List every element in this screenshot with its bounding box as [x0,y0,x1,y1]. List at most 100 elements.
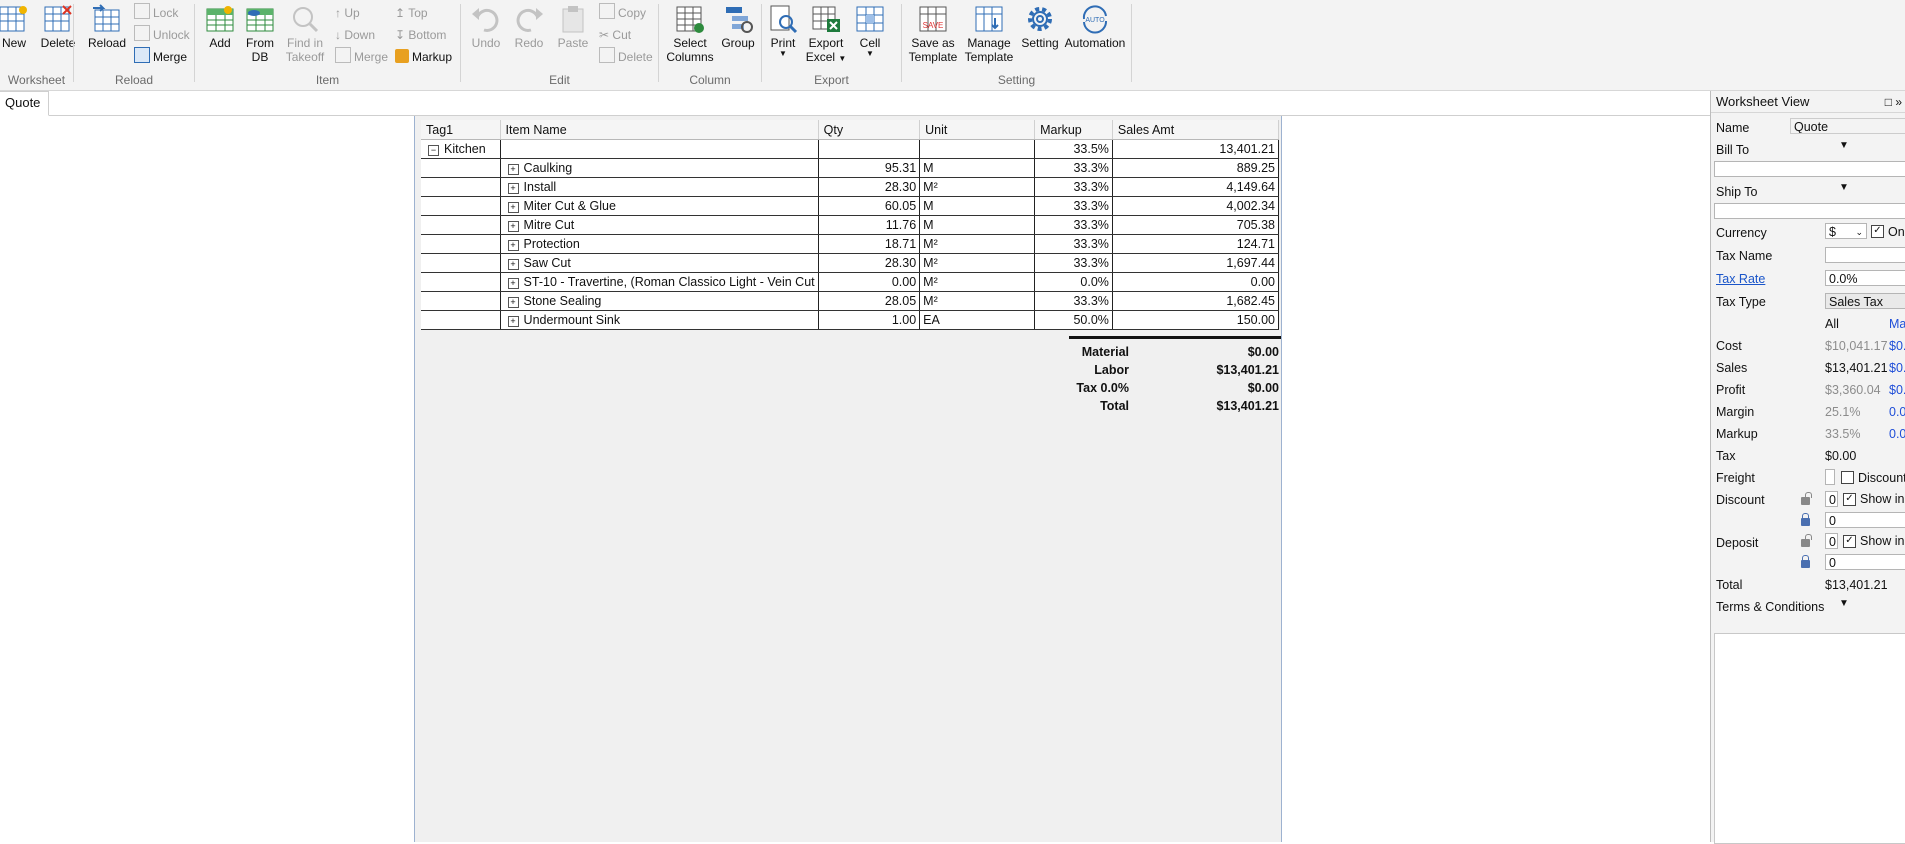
setting-button[interactable]: Setting [1018,4,1062,50]
currency-select[interactable]: $ ⌄ [1825,223,1867,239]
freight-field[interactable] [1825,469,1835,485]
item-name-cell[interactable]: + Protection [500,234,819,254]
unit-cell[interactable]: M² [919,253,1036,273]
markup-cell[interactable]: 33.3% [1034,291,1113,311]
locked-icon[interactable] [1801,555,1810,568]
expand-icon[interactable]: + [507,278,519,289]
sales-amt-cell[interactable]: 150.00 [1112,310,1280,330]
column-header-item-name[interactable]: Item Name [500,120,819,140]
sales-amt-cell[interactable]: 0.00 [1112,272,1280,292]
sales-amt-cell[interactable]: 4,002.34 [1112,196,1280,216]
table-row[interactable]: + Install 28.30 M² 33.3% 4,149.64 [421,177,1280,197]
sales-amt-cell[interactable]: 889.25 [1112,158,1280,178]
item-name-cell[interactable]: + Caulking [500,158,819,178]
tag-cell[interactable] [421,253,501,273]
group-name-cell[interactable] [500,139,819,159]
table-row[interactable]: + Protection 18.71 M² 33.3% 124.71 [421,234,1280,254]
qty-cell[interactable]: 18.71 [818,234,921,254]
tax-type-select[interactable]: Sales Tax [1825,293,1905,309]
move-up-button[interactable]: ↑ Up [335,3,360,23]
item-name-cell[interactable]: + Install [500,177,819,197]
deposit-amount-field[interactable]: 0 [1825,554,1905,570]
expand-icon[interactable]: + [507,202,519,213]
markup-cell[interactable]: 33.3% [1034,215,1113,235]
sales-amt-cell[interactable]: 4,149.64 [1112,177,1280,197]
unit-cell[interactable]: M² [919,234,1036,254]
qty-cell[interactable]: 60.05 [818,196,921,216]
table-row[interactable]: + Mitre Cut 11.76 M 33.3% 705.38 [421,215,1280,235]
bill-to-field[interactable] [1714,161,1905,177]
discount-show-checkbox[interactable]: ✓ [1843,493,1856,506]
unit-cell[interactable]: M² [919,272,1036,292]
column-header-markup[interactable]: Markup [1034,120,1113,140]
collapse-icon[interactable]: − [428,145,439,156]
table-row[interactable]: + ST-10 - Travertine, (Roman Classico Lig… [421,272,1280,292]
column-header-tag1[interactable]: Tag1 [421,120,501,140]
redo-button[interactable]: Redo [509,4,549,50]
tag-cell[interactable] [421,310,501,330]
unit-cell[interactable]: EA [919,310,1036,330]
markup-cell[interactable]: 33.3% [1034,234,1113,254]
move-bottom-button[interactable]: ↧ Bottom [395,25,446,45]
cut-button[interactable]: ✂ Cut [599,25,631,45]
tag-cell[interactable] [421,196,501,216]
tax-rate-field[interactable]: 0.0% [1825,270,1905,286]
unit-cell[interactable]: M [919,215,1036,235]
tag-cell[interactable] [421,215,501,235]
group-sales-cell[interactable]: 13,401.21 [1112,139,1280,159]
paste-button[interactable]: Paste [553,4,593,50]
group-unit-cell[interactable] [919,139,1036,159]
tag-cell[interactable] [421,272,501,292]
undo-button[interactable]: Undo [466,4,506,50]
tag-cell[interactable] [421,234,501,254]
move-down-button[interactable]: ↓ Down [335,25,375,45]
unit-cell[interactable]: M² [919,291,1036,311]
expand-icon[interactable]: + [507,259,519,270]
unit-cell[interactable]: M² [919,177,1036,197]
table-row[interactable]: + Undermount Sink 1.00 EA 50.0% 150.00 [421,310,1280,330]
name-field[interactable]: Quote [1790,118,1905,134]
ship-to-field[interactable] [1714,203,1905,219]
unlocked-icon[interactable] [1801,492,1812,505]
group-qty-cell[interactable] [818,139,921,159]
markup-button[interactable]: Markup [395,47,452,67]
qty-cell[interactable]: 95.31 [818,158,921,178]
table-row[interactable]: + Caulking 95.31 M 33.3% 889.25 [421,158,1280,178]
markup-cell[interactable]: 0.0% [1034,272,1113,292]
tag-cell[interactable] [421,158,501,178]
column-header-sales-amt[interactable]: Sales Amt [1112,120,1280,140]
expand-icon[interactable]: + [507,297,519,308]
delete-button[interactable]: Delete [38,4,78,50]
qty-cell[interactable]: 11.76 [818,215,921,235]
item-name-cell[interactable]: + Saw Cut [500,253,819,273]
table-row[interactable]: + Stone Sealing 28.05 M² 33.3% 1,682.45 [421,291,1280,311]
select-columns-button[interactable]: Select Columns [663,4,717,64]
markup-cell[interactable]: 33.3% [1034,177,1113,197]
manage-template-button[interactable]: Manage Template [962,4,1016,64]
tax-name-field[interactable] [1825,247,1905,263]
maximize-icon[interactable]: □ [1885,95,1892,109]
locked-icon[interactable] [1801,513,1810,526]
tag-cell[interactable] [421,177,501,197]
expand-icon[interactable]: + [507,164,519,175]
qty-cell[interactable]: 28.30 [818,177,921,197]
from-db-button[interactable]: From DB [243,4,277,64]
markup-cell[interactable]: 33.3% [1034,196,1113,216]
table-row[interactable]: + Miter Cut & Glue 60.05 M 33.3% 4,002.34 [421,196,1280,216]
print-button[interactable]: Print ▼ [766,4,800,58]
sales-amt-cell[interactable]: 1,682.45 [1112,291,1280,311]
edit-delete-button[interactable]: Delete [599,47,653,67]
markup-cell[interactable]: 50.0% [1034,310,1113,330]
copy-button[interactable]: Copy [599,3,646,23]
sales-amt-cell[interactable]: 124.71 [1112,234,1280,254]
expand-icon[interactable]: + [507,221,519,232]
item-merge-button[interactable]: Merge [335,47,388,67]
find-in-takeoff-button[interactable]: Find in Takeoff [283,4,327,64]
expand-icon[interactable]: + [507,316,519,327]
expand-icon[interactable]: + [507,183,519,194]
qty-cell[interactable]: 28.30 [818,253,921,273]
qty-cell[interactable]: 1.00 [818,310,921,330]
table-row[interactable]: + Saw Cut 28.30 M² 33.3% 1,697.44 [421,253,1280,273]
group-markup-cell[interactable]: 33.5% [1034,139,1113,159]
column-header-unit[interactable]: Unit [919,120,1036,140]
